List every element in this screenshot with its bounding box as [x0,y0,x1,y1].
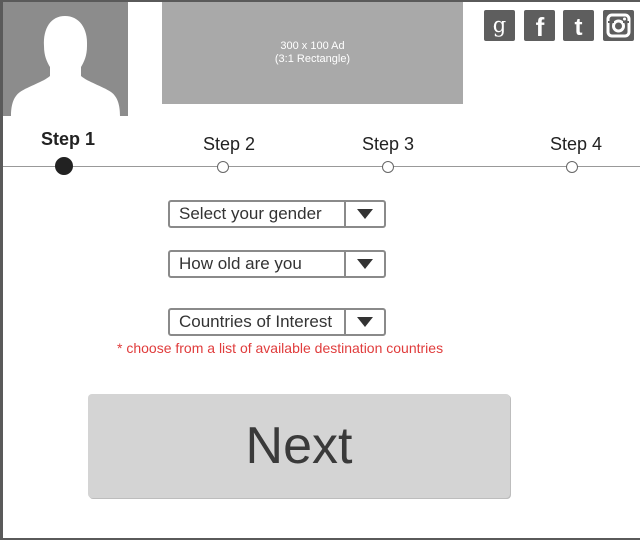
age-select[interactable]: How old are you [168,250,386,278]
step-2-indicator[interactable] [217,161,229,173]
avatar[interactable] [3,2,128,116]
countries-select[interactable]: Countries of Interest [168,308,386,336]
chevron-down-icon [357,317,373,327]
step-3-indicator[interactable] [382,161,394,173]
svg-text:t: t [575,14,583,41]
ad-ratio-text: (3:1 Rectangle) [274,53,351,65]
google-icon: g [493,13,506,37]
facebook-button[interactable]: f [524,10,555,41]
age-select-value: How old are you [179,254,302,273]
step-1-label[interactable]: Step 1 [41,129,95,150]
countries-select-value: Countries of Interest [179,312,333,331]
google-button[interactable]: g [484,10,515,41]
svg-text:f: f [536,12,545,41]
step-1-indicator[interactable] [55,157,73,175]
instagram-icon [606,13,631,38]
twitter-button[interactable]: t [563,10,594,41]
instagram-button[interactable] [603,10,634,41]
countries-hint-text: * choose from a list of available destin… [117,340,444,356]
gender-dropdown-toggle[interactable] [344,202,384,226]
step-4-label[interactable]: Step 4 [550,134,602,155]
chevron-down-icon [357,209,373,219]
countries-dropdown-toggle[interactable] [344,310,384,334]
ad-banner[interactable]: 300 x 100 Ad (3:1 Rectangle) [162,2,463,104]
step-4-indicator[interactable] [566,161,578,173]
stepper-track [3,166,640,167]
svg-text:g: g [493,13,506,37]
age-dropdown-toggle[interactable] [344,252,384,276]
step-2-label[interactable]: Step 2 [203,134,255,155]
facebook-icon: f [536,12,545,41]
chevron-down-icon [357,259,373,269]
ad-size-text: 300 x 100 Ad [280,40,345,52]
next-button[interactable]: Next [88,394,510,498]
step-3-label[interactable]: Step 3 [362,134,414,155]
gender-select[interactable]: Select your gender [168,200,386,228]
gender-select-value: Select your gender [179,204,322,223]
user-silhouette-icon [11,16,120,116]
twitter-icon: t [575,14,583,41]
